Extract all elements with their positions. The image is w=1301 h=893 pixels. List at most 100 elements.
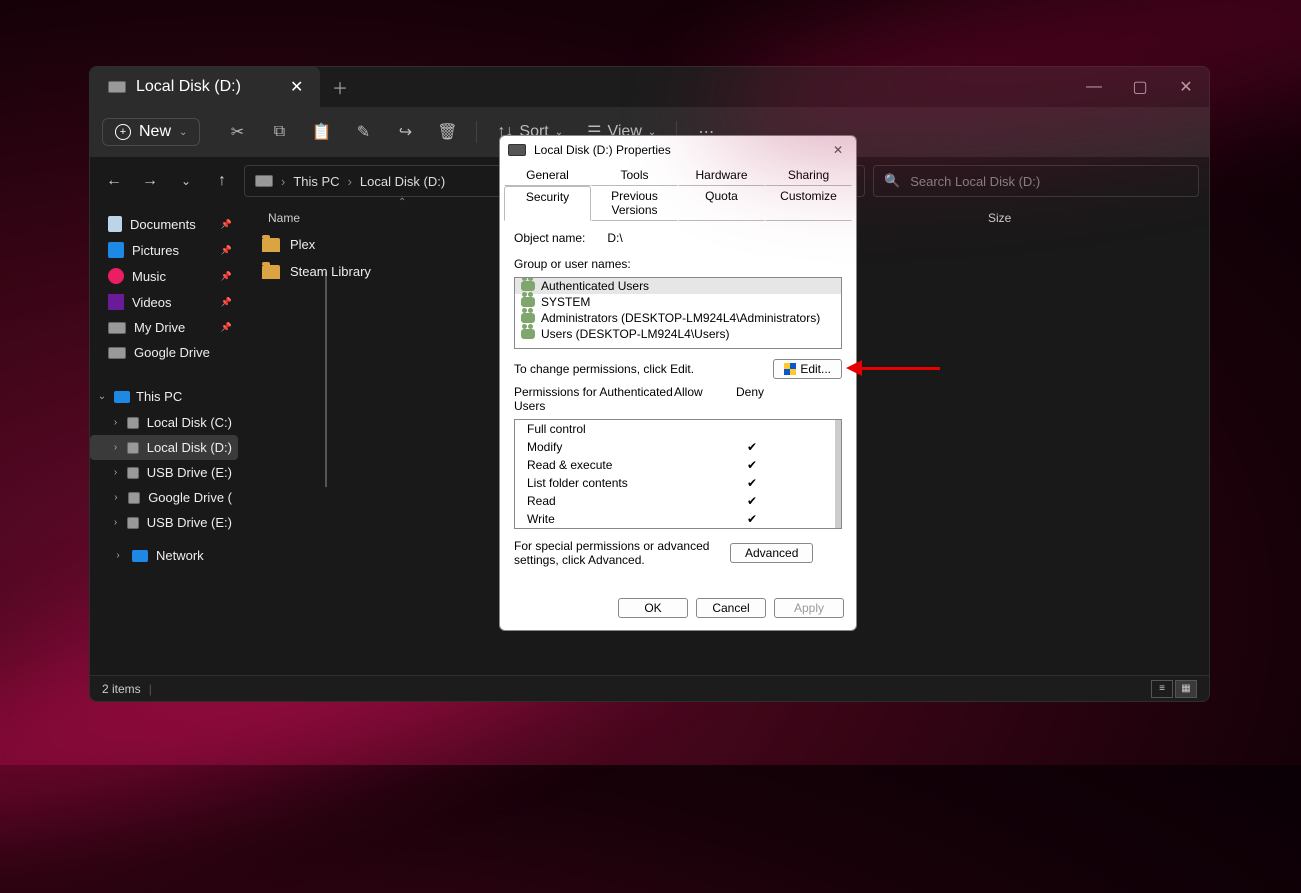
thumbnails-view-button[interactable]: ▦ (1175, 680, 1197, 698)
advanced-button[interactable]: Advanced (730, 543, 813, 563)
dialog-tab[interactable]: Hardware (678, 164, 765, 186)
share-icon[interactable]: ↪ (386, 122, 424, 142)
drive-icon (108, 347, 126, 359)
back-button[interactable]: ← (100, 172, 128, 190)
object-name-label: Object name: (514, 231, 585, 245)
dialog-tab[interactable]: Sharing (765, 164, 852, 186)
permission-row: Read✔ (515, 492, 841, 510)
users-icon (521, 297, 535, 307)
sidebar-network[interactable]: ›Network (90, 543, 238, 568)
up-button[interactable]: ↑ (208, 172, 236, 190)
sidebar-drive-item[interactable]: ›Local Disk (C:) (90, 410, 238, 435)
breadcrumb-leaf[interactable]: Local Disk (D:) (360, 174, 445, 189)
permissions-listbox[interactable]: Full controlModify✔Read & execute✔List f… (514, 419, 842, 529)
drive-icon (127, 442, 139, 454)
sidebar-quick-item[interactable]: Google Drive (90, 340, 238, 365)
sidebar-quick-item[interactable]: Pictures (90, 237, 238, 263)
new-button[interactable]: + New ⌄ (102, 118, 200, 146)
chevron-right-icon: › (112, 467, 119, 478)
sidebar-quick-item[interactable]: Documents (90, 211, 238, 237)
dialog-tab[interactable]: Security (504, 186, 591, 221)
chevron-down-icon: ⌄ (179, 127, 187, 138)
dialog-tab[interactable]: Previous Versions (591, 186, 678, 221)
item-count: 2 items (102, 682, 141, 696)
new-tab-button[interactable]: ＋ (320, 67, 360, 107)
scrollbar[interactable] (835, 420, 841, 528)
apply-button[interactable]: Apply (774, 598, 844, 618)
allow-check: ✔ (727, 476, 777, 490)
group-names-label: Group or user names: (514, 257, 842, 271)
user-list-item[interactable]: SYSTEM (515, 294, 841, 310)
search-input[interactable]: 🔍 Search Local Disk (D:) (873, 165, 1199, 197)
edit-button[interactable]: Edit... (773, 359, 842, 379)
allow-check: ✔ (727, 458, 777, 472)
video-icon (108, 294, 124, 310)
chevron-right-icon: › (112, 550, 124, 561)
titlebar: Local Disk (D:) ✕ ＋ ― ▢ ✕ (90, 67, 1209, 107)
dialog-tab[interactable]: Customize (765, 186, 852, 221)
sidebar-drive-item[interactable]: ›USB Drive (E:) (90, 460, 238, 485)
sidebar-drive-item[interactable]: ›USB Drive (E:) (90, 510, 238, 535)
recent-dropdown[interactable]: ⌄ (172, 174, 200, 188)
tab-close-icon[interactable]: ✕ (290, 77, 302, 97)
col-size[interactable]: Size (988, 211, 1068, 225)
dialog-tab[interactable]: General (504, 164, 591, 186)
users-listbox[interactable]: Authenticated UsersSYSTEMAdministrators … (514, 277, 842, 349)
sidebar-quick-item[interactable]: My Drive (90, 315, 238, 340)
folder-icon (262, 238, 280, 252)
dialog-title: Local Disk (D:) Properties (534, 143, 820, 157)
copy-icon[interactable]: ⧉ (260, 123, 298, 141)
chevron-right-icon: › (112, 517, 119, 528)
change-permissions-hint: To change permissions, click Edit. (514, 362, 767, 376)
allow-check: ✔ (727, 440, 777, 454)
forward-button[interactable]: → (136, 172, 164, 190)
permission-row: List folder contents✔ (515, 474, 841, 492)
user-list-item[interactable]: Users (DESKTOP-LM924L4\Users) (515, 326, 841, 342)
advanced-hint: For special permissions or advanced sett… (514, 539, 724, 567)
music-icon (108, 268, 124, 284)
dialog-tab[interactable]: Quota (678, 186, 765, 221)
drive-icon (127, 467, 139, 479)
sidebar: DocumentsPicturesMusicVideosMy DriveGoog… (90, 205, 238, 675)
sidebar-quick-item[interactable]: Videos (90, 289, 238, 315)
drive-icon (255, 175, 273, 187)
cut-icon[interactable]: ✂ (218, 122, 256, 142)
dialog-tab[interactable]: Tools (591, 164, 678, 186)
cancel-button[interactable]: Cancel (696, 598, 766, 618)
shield-icon (784, 363, 796, 375)
window-maximize-button[interactable]: ▢ (1117, 67, 1163, 107)
sidebar-quick-item[interactable]: Music (90, 263, 238, 289)
sidebar-drive-item[interactable]: ›Google Drive ( (90, 485, 238, 510)
pic-icon (108, 242, 124, 258)
details-view-button[interactable]: ≡ (1151, 680, 1173, 698)
dialog-tabs: GeneralToolsHardwareSharing SecurityPrevi… (500, 164, 856, 221)
permission-row: Modify✔ (515, 438, 841, 456)
rename-icon[interactable]: ✎ (344, 122, 382, 142)
sidebar-drive-item[interactable]: ›Local Disk (D:) (90, 435, 238, 460)
window-tab[interactable]: Local Disk (D:) ✕ (90, 67, 320, 107)
col-name[interactable]: Name (268, 211, 448, 225)
drive-icon (508, 144, 526, 156)
user-list-item[interactable]: Authenticated Users (515, 278, 841, 294)
permission-row: Full control (515, 420, 841, 438)
chevron-right-icon: › (281, 174, 285, 189)
ok-button[interactable]: OK (618, 598, 688, 618)
allow-check: ✔ (727, 512, 777, 526)
chevron-right-icon: › (112, 417, 119, 428)
search-icon: 🔍 (884, 173, 900, 189)
network-icon (132, 550, 148, 562)
sidebar-thispc[interactable]: ⌄This PC (90, 383, 238, 410)
paste-icon[interactable]: 📋 (302, 122, 340, 142)
users-icon (521, 329, 535, 339)
breadcrumb-root[interactable]: This PC (293, 174, 339, 189)
dialog-close-button[interactable]: ✕ (828, 143, 848, 157)
drive-icon (108, 81, 126, 93)
delete-icon[interactable]: 🗑 (428, 122, 466, 142)
dialog-titlebar: Local Disk (D:) Properties ✕ (500, 136, 856, 164)
window-close-button[interactable]: ✕ (1163, 67, 1209, 107)
window-minimize-button[interactable]: ― (1071, 67, 1117, 107)
user-list-item[interactable]: Administrators (DESKTOP-LM924L4\Administ… (515, 310, 841, 326)
drive-icon (127, 517, 139, 529)
chevron-right-icon: › (348, 174, 352, 189)
drive-icon (128, 492, 140, 504)
